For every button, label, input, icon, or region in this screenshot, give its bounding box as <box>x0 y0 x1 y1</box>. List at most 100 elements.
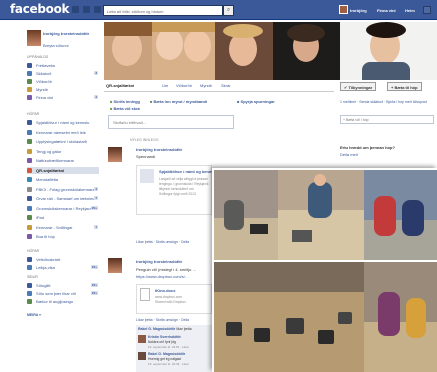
sidebar-item[interactable]: Vefsíðuskrárit <box>27 256 99 263</box>
tab-um[interactable]: Um <box>162 83 168 88</box>
cover-photo-2[interactable] <box>152 22 215 80</box>
file-name[interactable]: iKino.docx <box>155 288 175 293</box>
sidebar-item[interactable]: Síðuglitt 20+ <box>27 282 99 289</box>
cover-photo-4[interactable] <box>273 22 340 80</box>
facebook-logo[interactable]: facebook <box>10 2 70 16</box>
robots-photo[interactable] <box>214 262 364 372</box>
group-icon <box>27 71 32 76</box>
link-desc-1: Langaði að velja athygli á þessari <box>159 177 208 181</box>
composer-file[interactable]: ■ Bæta við skrá <box>110 106 140 111</box>
add-to-group-button[interactable]: + Bæta til hóp <box>387 82 422 91</box>
home-link[interactable]: Heim <box>405 8 415 13</box>
sidebar-item[interactable]: Fréttaveita <box>27 62 99 69</box>
cover-photo-5[interactable] <box>340 22 437 80</box>
sidebar-item[interactable]: Bækur til augljósingu <box>27 298 99 305</box>
profile-name[interactable]: Þorbjörg Þorsteinsdóttir <box>43 31 89 36</box>
sidebar-item[interactable]: Örvar ráð - Samstarf um tæknimál 7 <box>27 195 99 202</box>
sidebar-item[interactable]: Grunnskólakennarar í Reykjavík 20+ <box>27 205 99 212</box>
profile-link[interactable]: Þorbjörg <box>350 8 367 13</box>
post-author[interactable]: Þorbjörg Þorsteinsdóttir <box>136 147 182 152</box>
comment-time: 19. september kl. 22:49 · Líkar <box>148 362 189 366</box>
screenshot: facebook Leita að fólki, stöðum og hlutu… <box>0 0 437 372</box>
profile-picture[interactable] <box>27 30 41 46</box>
link-title[interactable]: Spjaldtölvur í námi og kennslu <box>159 169 217 174</box>
classroom-photo-1[interactable] <box>214 170 278 260</box>
search-icon[interactable]: ⌕ <box>223 5 234 16</box>
cover-photo-1[interactable] <box>104 22 152 80</box>
sidebar-item[interactable]: Finna vini 4 <box>27 94 99 101</box>
question-icon: ■ <box>237 99 240 104</box>
group-name[interactable]: QR-snjalltækni <box>106 83 134 88</box>
classroom-photo-2[interactable] <box>278 170 364 260</box>
group-icon <box>27 215 32 220</box>
sidebar-item[interactable]: Upplýsingatækni í skólastarfi <box>27 138 99 145</box>
sidebar-item[interactable]: Myndir <box>27 86 99 93</box>
members-info[interactable]: 1 meðlimir · Senda skilaboð · Bjóða í hó… <box>340 100 435 105</box>
post-actions[interactable]: Líkar þetta · Skrifa umsögn · Deila <box>136 240 189 244</box>
composer-input[interactable]: Skrifaðu eitthvað... <box>108 115 234 129</box>
composer-photo[interactable]: ■ Bæta inn mynd / myndbandi <box>150 99 207 104</box>
link-preview[interactable]: Spjaldtölvur í námi og kennslu Langaði a… <box>136 165 217 215</box>
avatar[interactable] <box>339 5 348 14</box>
sidebar-item[interactable]: Menntaflétta <box>27 176 99 183</box>
sidebar-item[interactable]: Náttúrufræðikennarar <box>27 157 99 164</box>
avatar[interactable] <box>108 147 122 162</box>
edit-profile-link[interactable]: Breyta síðunni <box>43 43 69 48</box>
comment-author[interactable]: Rakel G. Magnúsdóttir <box>148 352 185 356</box>
notifications-button[interactable]: ✔ Tilkynningar <box>340 82 377 91</box>
classroom-photo-3[interactable] <box>364 170 437 260</box>
sidebar-item[interactable]: iPad <box>27 214 99 221</box>
tab-photos[interactable]: Myndir <box>200 83 212 88</box>
friend-requests-icon[interactable] <box>72 6 79 13</box>
sidebar-item-label: Kennarar námsefni með leik <box>36 129 86 135</box>
sidebar-item[interactable]: Síðu sem þær líkar við 20+ <box>27 290 99 297</box>
sidebar-item-label: Náttúrufræðikennarar <box>36 158 75 163</box>
comment-time: 19. september kl. 22:52 · Líkar <box>148 345 189 349</box>
group-icon <box>27 186 32 192</box>
file-preview[interactable]: iKino.docx www.dropbox.com Shared with D… <box>136 284 212 314</box>
sidebar-item[interactable]: Kennarar - Snillingar 1 <box>27 224 99 231</box>
link-thumbnail <box>140 169 154 183</box>
composer-question[interactable]: ■ Spyrja spurningar <box>237 99 275 104</box>
post-text: Penguin við (mislegt í 4. smiðju … <box>136 267 197 272</box>
post-actions[interactable]: Líkar þetta · Skrifa umsögn · Deila <box>136 318 189 322</box>
post-author[interactable]: Þorbjörg Þorsteinsdóttir <box>136 259 182 264</box>
help-link[interactable]: Deila með <box>340 152 358 157</box>
group-icon <box>27 265 32 270</box>
sidebar-item[interactable]: Spjaldtölvur í námi og kennslu <box>27 119 99 126</box>
sidebar-item[interactable]: Viðburðir <box>27 78 99 85</box>
count-badge: 20+ <box>90 283 98 287</box>
count-badge: 3 <box>94 71 98 75</box>
sidebar-item[interactable]: Tengj og gátur <box>27 148 99 155</box>
classroom-photo-4[interactable] <box>364 262 437 372</box>
sidebar-item[interactable]: Leikja-vika 20+ <box>27 264 99 271</box>
more-link[interactable]: MEIRA ▾ <box>27 313 41 317</box>
tab-files[interactable]: Skrár <box>221 83 231 88</box>
tab-events[interactable]: Viðburðir <box>176 83 192 88</box>
messages-icon[interactable] <box>83 6 90 13</box>
sidebar-item-label: FBK3 - Fólag grunnskólakennara <box>36 186 95 192</box>
sidebar-item[interactable]: FBK3 - Fólag grunnskólakennara 4 <box>27 186 99 193</box>
help-title: Ertu hrædd um þennan hóp? <box>340 145 395 150</box>
group-icon <box>27 257 32 262</box>
search-input[interactable]: Leita að fólki, stöðum og hlutum <box>103 5 223 16</box>
find-friends-link[interactable]: Finna vini <box>377 8 396 13</box>
composer-post[interactable]: ■ Skrifa innlegg <box>110 99 140 104</box>
photo-icon: ■ <box>150 99 153 104</box>
comment-like: Rakel G. Magnúsdóttir líkar þetta <box>138 327 192 331</box>
comment-author[interactable]: Kristín Sverrisdóttir <box>148 335 181 339</box>
avatar[interactable] <box>108 258 122 273</box>
settings-icon[interactable] <box>423 6 431 14</box>
sidebar-item[interactable]: QR-snjalltækni <box>27 166 99 174</box>
sidebar-item-label: Kennarar - Snillingar <box>36 224 73 230</box>
sidebar-item[interactable]: Skilaboð 3 <box>27 70 99 77</box>
sidebar-item[interactable]: Kennarar námsefni með leik <box>27 129 99 136</box>
count-badge: 20+ <box>90 205 98 210</box>
avatar[interactable] <box>138 335 146 343</box>
post-url[interactable]: https://www.dropbox.com/s/… <box>136 274 189 279</box>
avatar[interactable] <box>138 352 146 360</box>
notifications-icon[interactable] <box>94 6 101 13</box>
add-member-input[interactable]: + Bæta við í hóp <box>340 115 434 124</box>
sidebar-item[interactable]: Búa til hóp <box>27 233 99 240</box>
cover-photo-3[interactable] <box>215 22 273 80</box>
